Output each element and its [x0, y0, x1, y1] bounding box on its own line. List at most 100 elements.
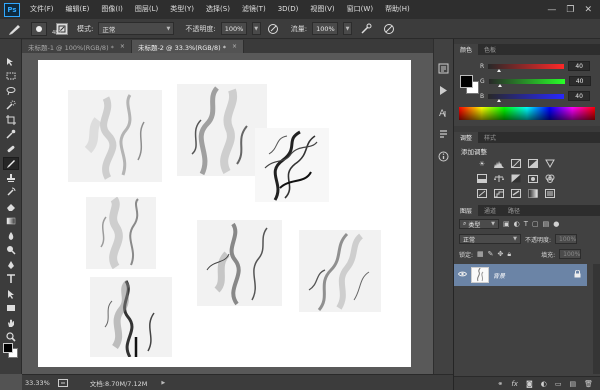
selective-color-icon[interactable]: [544, 188, 556, 199]
character-panel-icon[interactable]: A: [437, 105, 451, 119]
visibility-eye-icon[interactable]: [457, 271, 468, 279]
color-panel-foreground-swatch[interactable]: [460, 75, 473, 88]
invert-icon[interactable]: [476, 188, 488, 199]
chevron-right-icon[interactable]: ▶: [161, 380, 165, 386]
filter-adjustment-icon[interactable]: ◐: [514, 220, 520, 228]
blend-mode-select[interactable]: 正常 ▼: [459, 234, 521, 244]
filter-shape-icon[interactable]: ▢: [532, 220, 539, 228]
tab-document-1[interactable]: 未标题-1 @ 100%(RGB/8) * ×: [22, 40, 132, 53]
airbrush-icon[interactable]: [359, 23, 373, 35]
mode-select[interactable]: 正常 ▼: [98, 22, 175, 35]
slider-knob[interactable]: [497, 83, 502, 87]
eraser-tool-icon[interactable]: [3, 200, 19, 214]
delete-layer-icon[interactable]: 🗑︎: [584, 380, 593, 388]
menu-select[interactable]: 选择(S): [200, 0, 236, 19]
slider-knob[interactable]: [497, 98, 502, 102]
menu-window[interactable]: 窗口(W): [341, 0, 379, 19]
exposure-icon[interactable]: [527, 158, 539, 169]
brush-tool-icon[interactable]: [2, 156, 19, 170]
layer-opacity-input[interactable]: 100%: [555, 234, 578, 244]
restore-button[interactable]: ❐: [566, 5, 574, 15]
hand-tool-icon[interactable]: [3, 316, 19, 330]
move-tool-icon[interactable]: [3, 55, 19, 69]
tab-document-2[interactable]: 未标题-2 @ 33.3%(RGB/8) * ×: [131, 40, 244, 53]
info-panel-icon[interactable]: [437, 149, 451, 163]
tab-adjustments[interactable]: 调整: [454, 132, 479, 143]
history-panel-icon[interactable]: [437, 61, 451, 75]
color-spectrum-ramp[interactable]: [459, 107, 595, 120]
new-group-icon[interactable]: ▭: [555, 380, 562, 388]
slider-knob[interactable]: [497, 68, 502, 72]
hue-saturation-icon[interactable]: [476, 173, 488, 184]
flow-input[interactable]: 100%: [312, 22, 339, 35]
channel-mixer-icon[interactable]: [544, 173, 556, 184]
tab-swatches[interactable]: 色板: [478, 44, 502, 55]
threshold-icon[interactable]: [510, 188, 522, 199]
blue-slider[interactable]: [488, 93, 565, 102]
filter-smart-object-icon[interactable]: ▤: [543, 220, 550, 228]
brightness-contrast-icon[interactable]: ☀: [476, 158, 488, 169]
brush-tool-preset-icon[interactable]: [4, 23, 26, 35]
quick-select-tool-icon[interactable]: [3, 99, 19, 113]
zoom-tool-icon[interactable]: [3, 331, 19, 345]
filter-pixel-icon[interactable]: ▣: [503, 220, 510, 228]
menu-layer[interactable]: 图层(L): [129, 0, 164, 19]
lasso-tool-icon[interactable]: [3, 84, 19, 98]
green-slider[interactable]: [488, 78, 565, 87]
tab-color[interactable]: 颜色: [454, 44, 479, 55]
close-icon[interactable]: ×: [120, 43, 125, 50]
dodge-tool-icon[interactable]: [3, 244, 19, 258]
pressure-opacity-icon[interactable]: [266, 23, 280, 35]
new-layer-icon[interactable]: ▤: [569, 380, 576, 388]
red-slider[interactable]: [488, 63, 565, 72]
red-value-input[interactable]: 40: [568, 61, 591, 71]
color-balance-icon[interactable]: [493, 173, 505, 184]
crop-tool-icon[interactable]: [3, 113, 19, 127]
eyedropper-tool-icon[interactable]: [3, 128, 19, 142]
posterize-icon[interactable]: [493, 188, 505, 199]
gradient-map-icon[interactable]: [527, 188, 539, 199]
new-adjustment-layer-icon[interactable]: ◐: [541, 380, 547, 388]
brush-preview-icon[interactable]: [31, 21, 47, 36]
layer-row-background[interactable]: 背景: [454, 264, 587, 286]
menu-image[interactable]: 图像(I): [95, 0, 129, 19]
layers-scrollbar[interactable]: [593, 264, 600, 374]
flow-dropdown-button[interactable]: ▼: [343, 22, 353, 35]
filter-type-icon[interactable]: T: [524, 220, 528, 228]
menu-filter[interactable]: 滤镜(T): [236, 0, 272, 19]
paragraph-panel-icon[interactable]: [437, 127, 451, 141]
black-white-icon[interactable]: [510, 173, 522, 184]
lock-brush-icon[interactable]: ✎: [488, 250, 494, 258]
curves-icon[interactable]: [510, 158, 522, 169]
rectangle-tool-icon[interactable]: [3, 302, 19, 316]
blur-tool-icon[interactable]: [3, 229, 19, 243]
levels-icon[interactable]: [493, 158, 505, 169]
link-layers-icon[interactable]: ⚭: [497, 380, 503, 388]
layer-style-icon[interactable]: fx: [511, 380, 518, 388]
tab-paths[interactable]: 路径: [502, 205, 526, 216]
share-icon[interactable]: [57, 378, 68, 387]
zoom-level[interactable]: 33.33%: [25, 379, 50, 387]
foreground-color-swatch[interactable]: [3, 343, 13, 353]
minimize-button[interactable]: —: [547, 5, 556, 15]
clone-stamp-tool-icon[interactable]: [3, 171, 19, 185]
canvas-area[interactable]: [22, 53, 453, 374]
actions-panel-icon[interactable]: [437, 83, 451, 97]
lock-position-icon[interactable]: ✥: [498, 250, 504, 258]
layer-name[interactable]: 背景: [493, 271, 505, 280]
vibrance-icon[interactable]: [544, 158, 556, 169]
pen-tool-icon[interactable]: [3, 258, 19, 272]
history-brush-tool-icon[interactable]: [3, 186, 19, 200]
gradient-tool-icon[interactable]: [3, 215, 19, 229]
fill-input[interactable]: 100%: [559, 249, 582, 259]
add-mask-icon[interactable]: ◙: [526, 380, 533, 388]
filter-toggle-icon[interactable]: ●: [553, 220, 559, 228]
tab-layers[interactable]: 图层: [454, 205, 479, 216]
layer-filter-select[interactable]: ⌕ 类型 ▼: [459, 219, 499, 229]
menu-3d[interactable]: 3D(D): [272, 0, 305, 19]
type-tool-icon[interactable]: [3, 273, 19, 287]
green-value-input[interactable]: 40: [568, 76, 591, 86]
menu-help[interactable]: 帮助(H): [379, 0, 416, 19]
photo-filter-icon[interactable]: [527, 173, 539, 184]
marquee-tool-icon[interactable]: [3, 70, 19, 84]
